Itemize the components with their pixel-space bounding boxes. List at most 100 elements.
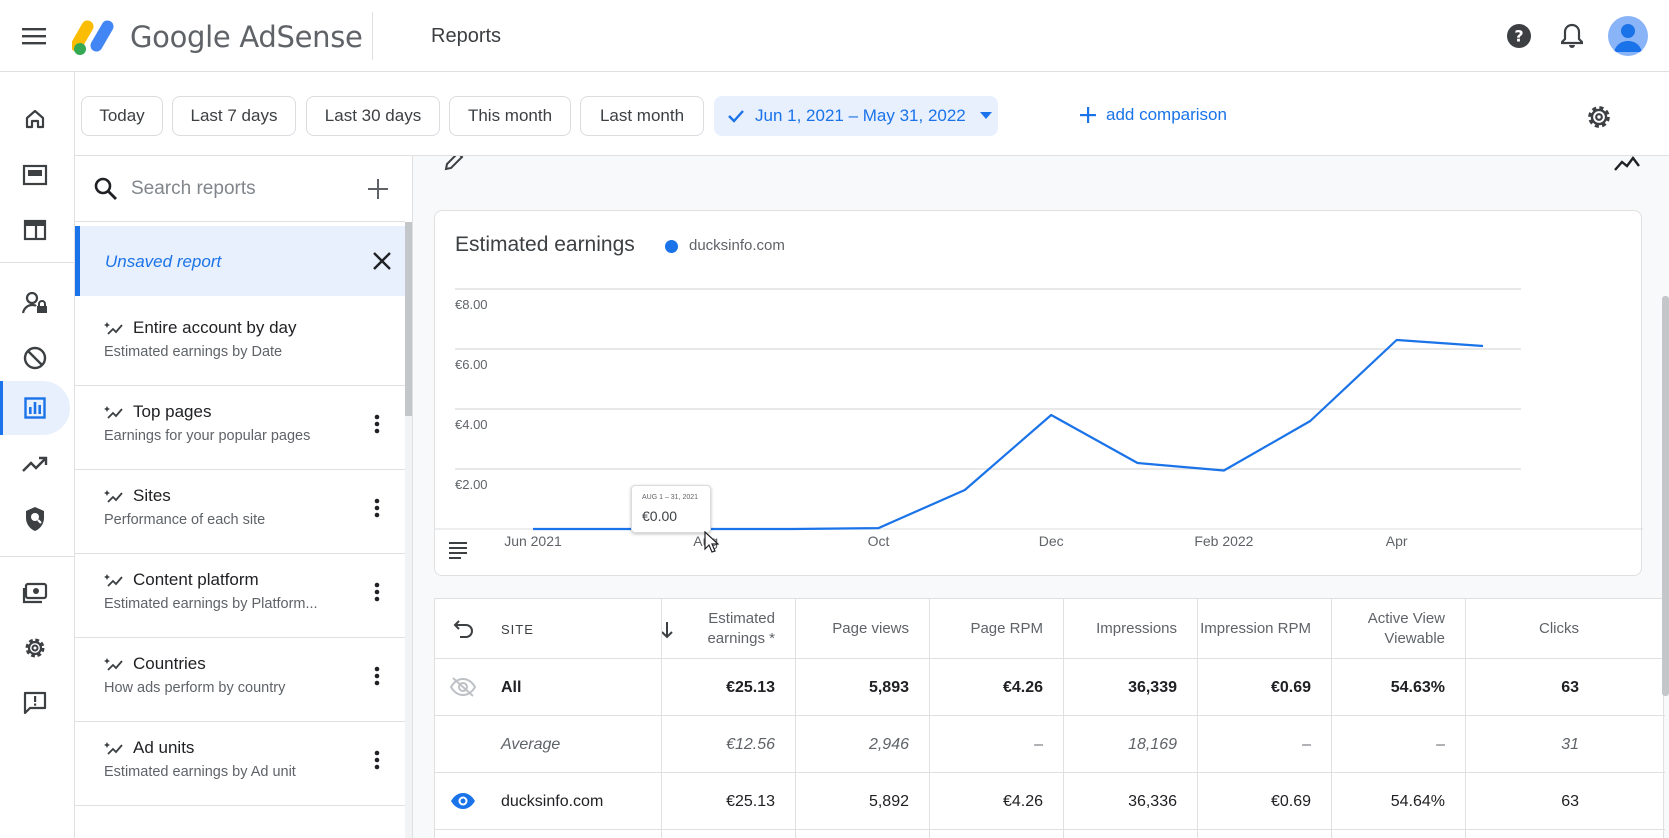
x-tick-label: Dec — [1039, 533, 1064, 549]
cell-estimated-earnings: €12.56 — [726, 735, 775, 753]
help-icon[interactable]: ? — [1503, 20, 1535, 52]
cell-page-views: 5,892 — [868, 792, 909, 810]
more-vert-icon[interactable] — [365, 412, 389, 436]
nav-blocking-controls[interactable] — [0, 331, 70, 385]
account-avatar[interactable] — [1608, 16, 1648, 56]
home-icon — [25, 109, 45, 129]
cell-impressions: 36,339 — [1128, 678, 1177, 696]
notifications-bell-icon[interactable] — [1556, 20, 1588, 52]
report-settings-gear-icon[interactable] — [1584, 102, 1614, 132]
cell-impressions: 18,169 — [1128, 735, 1177, 753]
tooltip-date: AUG 1 – 31, 2021 — [642, 494, 699, 501]
unsaved-report-label: Unsaved report — [105, 252, 222, 271]
sites-icon — [23, 219, 47, 241]
cell-page-rpm: – — [1034, 735, 1043, 753]
chip-today[interactable]: Today — [81, 96, 163, 136]
nav-feedback[interactable] — [0, 676, 70, 730]
report-subtitle: Performance of each site — [104, 512, 266, 528]
search-reports-input[interactable] — [131, 174, 351, 204]
chip-this-month[interactable]: This month — [449, 96, 571, 136]
more-vert-icon[interactable] — [365, 496, 389, 520]
report-title: Top pages — [133, 402, 212, 421]
sparkle-trend-icon — [104, 490, 123, 503]
report-subtitle: Estimated earnings by Ad unit — [104, 764, 296, 780]
panel-scrollbar-thumb[interactable] — [405, 222, 412, 416]
sort-down-arrow-icon[interactable] — [660, 621, 674, 639]
edit-pencil-icon[interactable] — [443, 156, 465, 172]
header-impressions[interactable]: Impressions — [1063, 599, 1177, 659]
nav-privacy-messaging[interactable] — [0, 276, 70, 330]
more-vert-icon[interactable] — [365, 664, 389, 688]
date-range-bar: Today Last 7 days Last 30 days This mont… — [75, 72, 1669, 156]
chip-last-30-days[interactable]: Last 30 days — [306, 96, 440, 136]
header-page-views[interactable]: Page views — [795, 599, 909, 659]
svg-text:?: ? — [1514, 27, 1523, 46]
report-item[interactable]: Sites Performance of each site — [75, 464, 405, 554]
report-subtitle: How ads perform by country — [104, 680, 286, 696]
collapse-chart-icon[interactable] — [1613, 156, 1641, 172]
main-scrollbar-thumb[interactable] — [1662, 296, 1669, 696]
earnings-line-chart: €2.00€4.00€6.00€8.00Jun 2021AugOctDecFeb… — [435, 288, 1643, 549]
cell-impression-rpm: €0.69 — [1270, 678, 1311, 696]
cell-page-rpm: €4.26 — [1002, 678, 1043, 696]
cell-impressions: 36,336 — [1128, 792, 1177, 810]
brand-name: Google AdSense — [130, 20, 363, 54]
report-title: Countries — [133, 654, 206, 673]
dropdown-arrow-icon — [979, 112, 992, 119]
unsaved-report-item[interactable]: Unsaved report — [75, 226, 405, 296]
header-estimated-earnings[interactable]: Estimated earnings * — [675, 599, 775, 659]
date-range-dropdown[interactable]: Jun 1, 2021 – May 31, 2022 — [714, 96, 998, 136]
report-title: Entire account by day — [133, 318, 297, 337]
nav-policy-center[interactable] — [0, 492, 70, 546]
adsense-logo — [70, 16, 118, 56]
more-vert-icon[interactable] — [365, 748, 389, 772]
cell-site: All — [501, 678, 522, 696]
cell-estimated-earnings: €25.13 — [726, 678, 775, 696]
undo-icon[interactable] — [453, 617, 475, 639]
nav-settings[interactable] — [0, 621, 70, 675]
selected-date-range: Jun 1, 2021 – May 31, 2022 — [755, 106, 966, 125]
add-comparison-label: add comparison — [1106, 105, 1227, 124]
nav-optimization[interactable] — [0, 437, 70, 491]
chip-last-7-days[interactable]: Last 7 days — [172, 96, 296, 136]
header-clicks[interactable]: Clicks — [1465, 599, 1579, 659]
report-item[interactable]: Top pages Earnings for your popular pages — [75, 380, 405, 470]
report-item[interactable]: Countries How ads perform by country — [75, 632, 405, 722]
y-tick-label: €2.00 — [455, 477, 488, 492]
table-row[interactable]: All €25.13 5,893 €4.26 36,339 €0.69 54.63% 63 — [435, 659, 1665, 716]
header-active-view-viewable[interactable]: Active View Viewable — [1335, 599, 1445, 659]
visibility-off-icon[interactable] — [449, 676, 477, 698]
table-row[interactable]: ducksinfo.com €25.13 5,892 €4.26 36,336 €0.69… — [435, 773, 1665, 830]
add-report-plus-icon[interactable] — [365, 176, 391, 202]
chip-last-month[interactable]: Last month — [580, 96, 704, 136]
top-app-bar: Google AdSense Reports ? — [0, 0, 1669, 72]
report-item[interactable]: Ad units Estimated earnings by Ad unit — [75, 716, 405, 806]
add-comparison-button[interactable]: add comparison — [1080, 105, 1227, 125]
header-site[interactable]: SITE — [501, 599, 534, 659]
nav-ads[interactable] — [0, 148, 70, 202]
nav-reports[interactable] — [0, 381, 70, 435]
nav-home[interactable] — [0, 92, 70, 146]
x-tick-label: Feb 2022 — [1194, 533, 1253, 549]
header-impression-rpm[interactable]: Impression RPM — [1185, 599, 1311, 659]
rail-divider — [0, 262, 75, 263]
page-title: Reports — [431, 25, 502, 47]
chart-menu-icon[interactable] — [449, 541, 471, 559]
feedback-icon — [23, 691, 47, 715]
report-item[interactable]: Entire account by day Estimated earnings … — [75, 296, 405, 386]
close-icon[interactable] — [370, 249, 394, 273]
visibility-icon[interactable] — [449, 790, 477, 812]
cell-page-views: 2,946 — [868, 735, 909, 753]
main-menu-icon[interactable] — [18, 20, 50, 52]
more-vert-icon[interactable] — [365, 580, 389, 604]
sparkle-trend-icon — [104, 406, 123, 419]
report-item[interactable]: Content platform Estimated earnings by Pl… — [75, 548, 405, 638]
report-table: SITE Estimated earnings * Page views Pag… — [434, 598, 1665, 838]
report-subtitle: Estimated earnings by Platform... — [104, 596, 318, 612]
nav-sites[interactable] — [0, 203, 70, 257]
nav-payments[interactable] — [0, 566, 70, 620]
header-page-rpm[interactable]: Page RPM — [929, 599, 1043, 659]
table-row[interactable]: Average €12.56 2,946 – 18,169 – – 31 — [435, 716, 1665, 773]
saved-reports-panel: Unsaved report Entire account by day Esti… — [75, 156, 413, 838]
policy-icon — [26, 507, 44, 531]
